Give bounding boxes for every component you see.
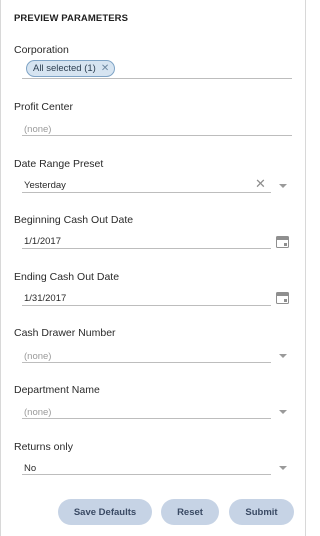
- profit-center-input[interactable]: (none): [24, 124, 51, 135]
- ending-date-input[interactable]: 1/31/2017: [24, 293, 66, 304]
- date-range-preset-select[interactable]: Yesterday: [24, 180, 66, 191]
- profit-center-underline: [22, 135, 292, 136]
- cash-drawer-label: Cash Drawer Number: [14, 327, 116, 339]
- returns-only-underline: [22, 474, 271, 475]
- department-label: Department Name: [14, 384, 100, 396]
- chevron-down-icon[interactable]: [279, 466, 287, 470]
- cash-drawer-select[interactable]: (none): [24, 351, 51, 362]
- preview-parameters-panel: PREVIEW PARAMETERS Corporation All selec…: [0, 0, 306, 536]
- chevron-down-icon[interactable]: [279, 410, 287, 414]
- submit-button[interactable]: Submit: [229, 499, 294, 525]
- date-range-preset-underline: [22, 192, 271, 193]
- reset-button[interactable]: Reset: [161, 499, 219, 525]
- corporation-label: Corporation: [14, 44, 69, 56]
- close-icon[interactable]: ✕: [101, 63, 109, 74]
- corporation-underline: [22, 78, 292, 79]
- ending-date-underline: [22, 305, 271, 306]
- beginning-date-underline: [22, 248, 271, 249]
- cash-drawer-underline: [22, 362, 271, 363]
- corporation-chip[interactable]: All selected (1) ✕: [26, 60, 116, 77]
- department-underline: [22, 418, 271, 419]
- close-icon[interactable]: ✕: [255, 177, 266, 190]
- corporation-chip-label: All selected (1): [33, 63, 96, 74]
- beginning-date-input[interactable]: 1/1/2017: [24, 236, 61, 247]
- panel-title: PREVIEW PARAMETERS: [14, 13, 129, 24]
- beginning-date-label: Beginning Cash Out Date: [14, 214, 134, 226]
- department-select[interactable]: (none): [24, 407, 51, 418]
- date-range-preset-label: Date Range Preset: [14, 158, 104, 170]
- chevron-down-icon[interactable]: [279, 184, 287, 188]
- returns-only-select[interactable]: No: [24, 463, 36, 474]
- calendar-icon[interactable]: [276, 236, 289, 248]
- profit-center-label: Profit Center: [14, 101, 73, 113]
- chevron-down-icon[interactable]: [279, 354, 287, 358]
- ending-date-label: Ending Cash Out Date: [14, 271, 120, 283]
- save-defaults-button[interactable]: Save Defaults: [58, 499, 152, 525]
- returns-only-label: Returns only: [14, 441, 73, 453]
- calendar-icon[interactable]: [276, 292, 289, 304]
